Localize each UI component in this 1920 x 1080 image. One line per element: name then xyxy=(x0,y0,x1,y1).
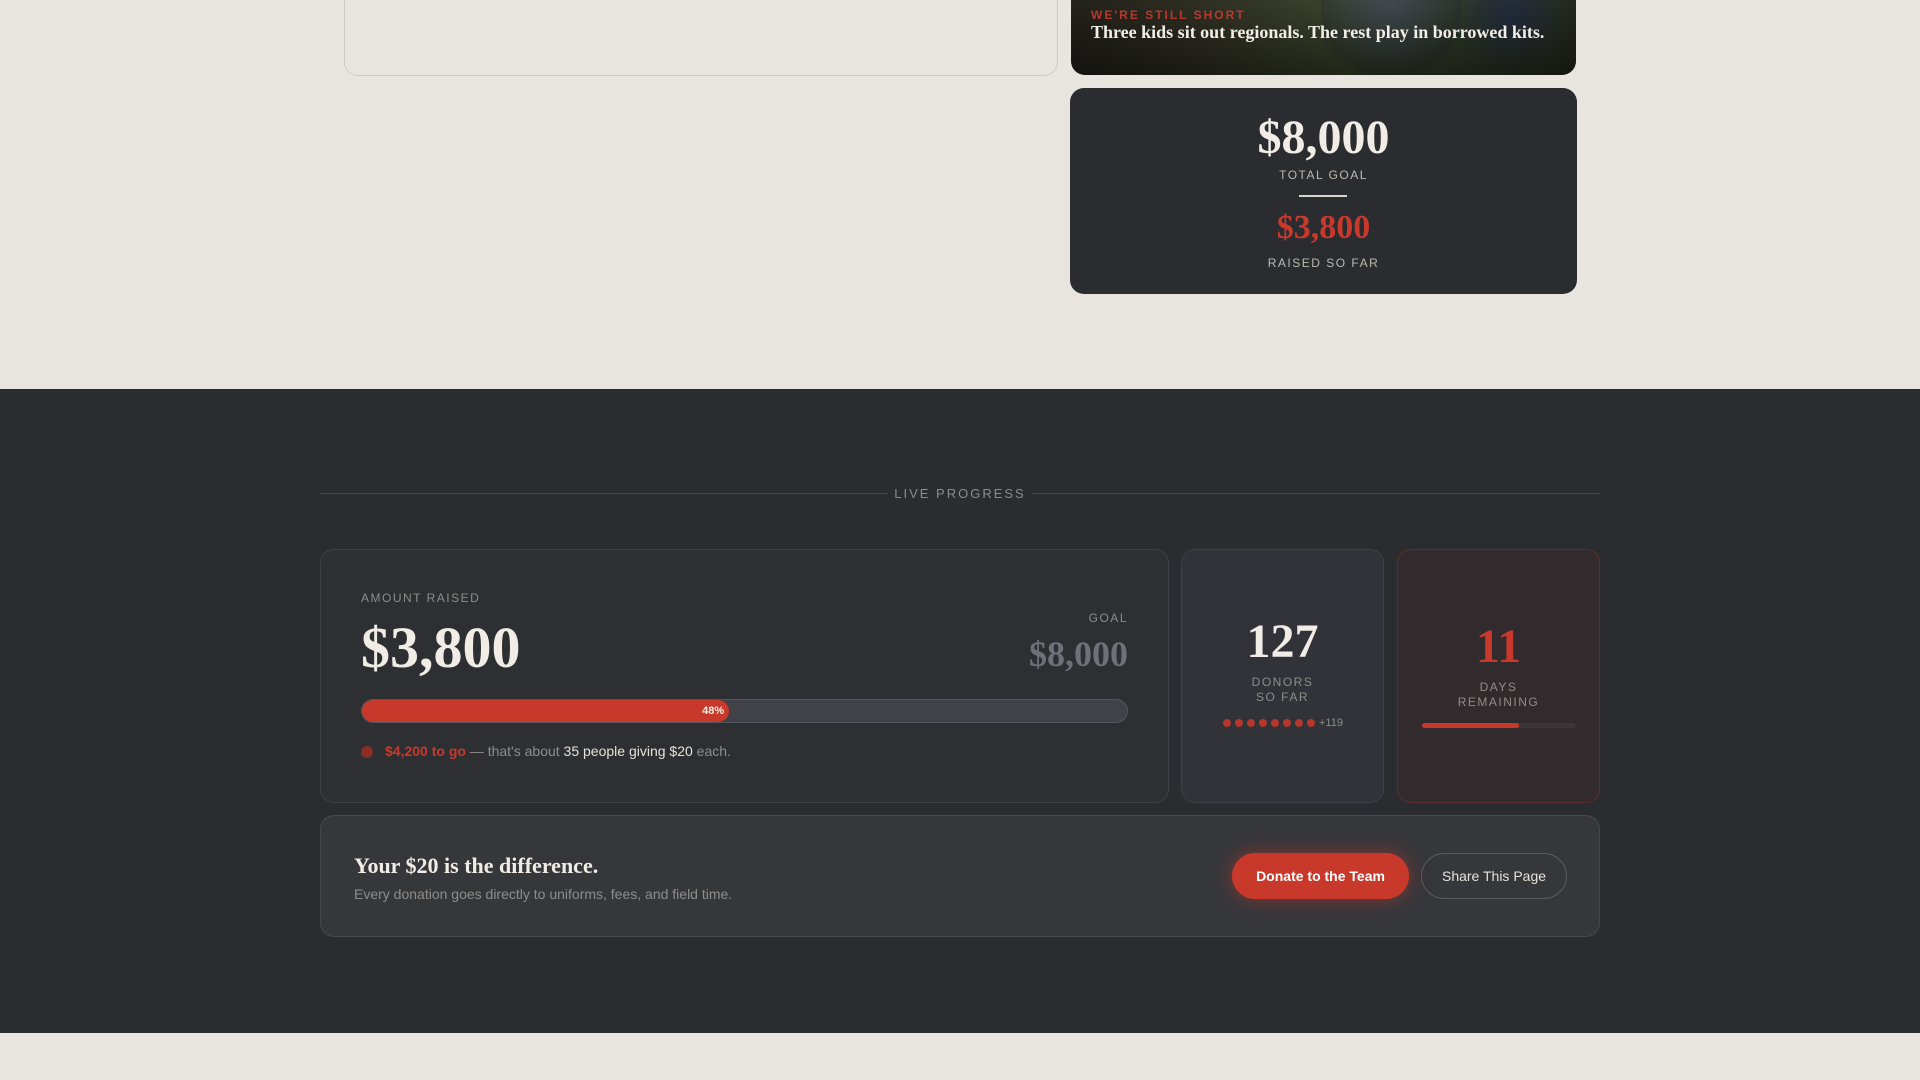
cta-subtitle: Every donation goes directly to uniforms… xyxy=(354,886,733,902)
donor-dot xyxy=(1223,719,1231,727)
section-label: LIVE PROGRESS xyxy=(894,486,1026,501)
to-go-amount: $4,200 to go xyxy=(385,743,466,759)
donor-dot xyxy=(1259,719,1267,727)
donor-avatars: +119 xyxy=(1223,717,1343,729)
days-remaining-label: DAYS REMAINING xyxy=(1398,680,1599,710)
donor-dot xyxy=(1271,719,1279,727)
progress-bar-fill xyxy=(362,700,730,722)
goal-label: GOAL xyxy=(1088,611,1128,625)
donor-dot xyxy=(1283,719,1291,727)
raised-so-far-label: RAISED SO FAR xyxy=(1267,256,1380,270)
photo-caption: Three kids sit out regionals. The rest p… xyxy=(1091,22,1545,42)
hero-photo-card: WE'RE STILL SHORT Three kids sit out reg… xyxy=(1071,0,1576,75)
photo-kicker: WE'RE STILL SHORT xyxy=(1091,8,1246,22)
amount-raised-value: $3,800 xyxy=(361,615,521,680)
amount-raised-card: AMOUNT RAISED $3,800 GOAL $8,000 48% $4,… xyxy=(320,549,1169,803)
goal-value: $8,000 xyxy=(1029,634,1128,674)
status-dot xyxy=(361,746,373,758)
to-go-people: 35 people giving $20 xyxy=(563,743,693,759)
to-go-mid-text: — that's about xyxy=(465,743,564,759)
goal-divider xyxy=(1299,195,1347,197)
donors-card: 127 DONORS SO FAR +119 xyxy=(1181,549,1384,803)
donors-label: DONORS SO FAR xyxy=(1182,675,1383,705)
cta-card: Your $20 is the difference. Every donati… xyxy=(320,815,1600,937)
total-goal-value: $8,000 xyxy=(1257,111,1390,164)
days-progress-bar xyxy=(1422,723,1576,728)
days-label-line2: REMAINING xyxy=(1457,695,1540,709)
days-label-line1: DAYS xyxy=(1479,680,1518,694)
goal-summary-card: $8,000 TOTAL GOAL $3,800 RAISED SO FAR xyxy=(1070,88,1577,294)
donors-more-count: +119 xyxy=(1319,717,1343,729)
donors-label-line1: DONORS xyxy=(1251,675,1314,689)
amount-raised-label: AMOUNT RAISED xyxy=(361,591,481,605)
donors-label-line2: SO FAR xyxy=(1255,690,1309,704)
donor-dot xyxy=(1295,719,1303,727)
story-card xyxy=(344,0,1058,76)
live-progress-section: LIVE PROGRESS AMOUNT RAISED $3,800 GOAL … xyxy=(0,389,1920,1033)
donor-dot xyxy=(1307,719,1315,727)
donors-count: 127 xyxy=(1246,615,1319,668)
total-goal-label: TOTAL GOAL xyxy=(1279,168,1368,182)
cta-title: Your $20 is the difference. xyxy=(354,853,599,878)
donor-dot xyxy=(1247,719,1255,727)
share-button[interactable]: Share This Page xyxy=(1421,853,1567,899)
days-remaining-count: 11 xyxy=(1475,620,1522,673)
to-go-end-text: each. xyxy=(692,743,731,759)
days-remaining-card: 11 DAYS REMAINING xyxy=(1397,549,1600,803)
to-go-message: $4,200 to go — that's about 35 people gi… xyxy=(385,743,731,759)
days-progress-fill xyxy=(1422,723,1520,728)
progress-bar: 48% xyxy=(361,699,1128,723)
raised-so-far-value: $3,800 xyxy=(1276,209,1371,246)
progress-percent-label: 48% xyxy=(702,705,725,717)
donate-button[interactable]: Donate to the Team xyxy=(1232,853,1409,899)
donor-dot xyxy=(1235,719,1243,727)
